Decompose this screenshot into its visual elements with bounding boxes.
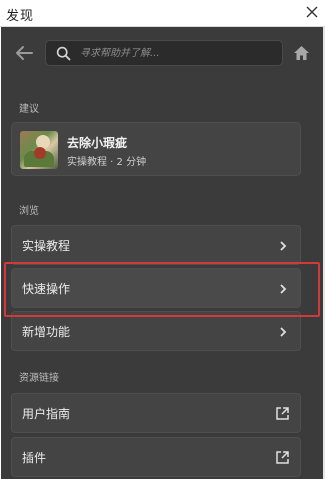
resource-item-plugins[interactable]: 插件	[11, 437, 301, 477]
browse-item-quick-actions[interactable]: 快速操作	[11, 268, 301, 308]
suggestion-thumbnail	[20, 131, 58, 169]
browse-item-whats-new[interactable]: 新增功能	[11, 311, 301, 351]
title-bar: 发现	[0, 0, 325, 27]
section-label-browse: 浏览	[19, 206, 39, 217]
search-input[interactable]	[80, 44, 276, 62]
back-arrow-icon[interactable]	[13, 44, 35, 62]
chevron-right-icon	[280, 327, 287, 337]
resource-item-label: 插件	[22, 451, 47, 465]
chevron-right-icon	[280, 241, 287, 251]
window-title: 发现	[6, 9, 35, 24]
browse-item-tutorials[interactable]: 实操教程	[11, 225, 301, 265]
chevron-right-icon	[280, 284, 287, 294]
browse-item-label: 快速操作	[22, 282, 71, 296]
browse-item-label: 新增功能	[22, 325, 71, 339]
resource-item-user-guide[interactable]: 用户指南	[11, 393, 301, 433]
external-link-icon	[276, 451, 289, 464]
suggestion-card[interactable]: 去除小瑕疵 实操教程 · 2 分钟	[11, 122, 301, 176]
top-bar	[1, 27, 323, 79]
browse-item-label: 实操教程	[22, 239, 71, 253]
search-box[interactable]	[45, 40, 283, 66]
section-label-resources: 资源链接	[19, 373, 59, 384]
search-icon	[56, 46, 71, 61]
resource-item-label: 用户指南	[22, 407, 71, 421]
discover-panel: 建议 去除小瑕疵 实操教程 · 2 分钟 浏览 实操教程 快速操作 新增功能	[1, 27, 323, 479]
close-icon[interactable]	[303, 3, 321, 21]
discover-window: 发现 建议 去除小瑕疵	[0, 0, 325, 479]
home-icon[interactable]	[293, 45, 310, 61]
suggestion-subtitle: 实操教程 · 2 分钟	[67, 157, 147, 168]
suggestion-title: 去除小瑕疵	[67, 136, 128, 150]
section-label-suggest: 建议	[19, 104, 39, 115]
external-link-icon	[276, 407, 289, 420]
